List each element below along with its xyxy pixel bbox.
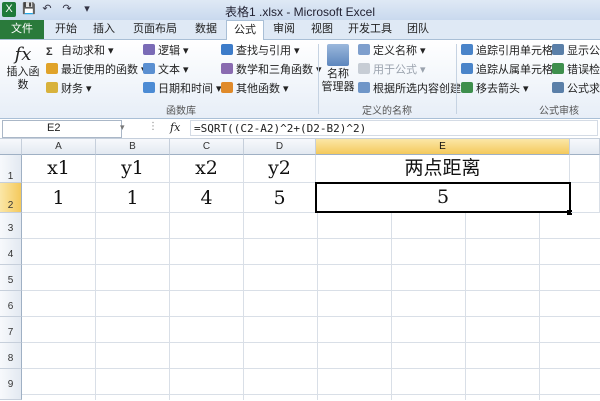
star-icon <box>46 63 58 74</box>
define-name-button[interactable]: 定义名称 ▾ <box>358 44 426 59</box>
cell-b2[interactable]: 1 <box>96 183 170 213</box>
error-check-icon <box>552 63 564 74</box>
row-header-4[interactable]: 4 <box>0 239 22 265</box>
name-manager-label-2: 管理器 <box>321 81 355 93</box>
insert-function-label: 插入函数 <box>6 66 40 91</box>
ribbon: fx 插入函数 Σ 自动求和 ▾ 最近使用的函数 ▾ 财务 ▾ 逻辑 ▾ 文本 ▾… <box>0 40 600 119</box>
create-from-selection-icon <box>358 82 370 93</box>
autosum-button[interactable]: Σ 自动求和 ▾ <box>46 44 114 59</box>
name-manager-button[interactable]: 名称 管理器 <box>320 44 356 94</box>
error-check-button[interactable]: 错误检 <box>552 63 600 78</box>
coins-icon <box>46 82 58 93</box>
row-header-1[interactable]: 1 <box>0 155 22 183</box>
chevron-down-icon[interactable]: ▾ <box>120 122 125 133</box>
calendar-icon <box>143 82 155 93</box>
name-manager-label: 名称 <box>327 68 349 80</box>
more-functions-icon <box>221 82 233 93</box>
cell-d1[interactable]: y2 <box>244 155 316 183</box>
name-manager-icon <box>327 44 349 66</box>
column-header-f[interactable] <box>570 139 600 155</box>
row-header-3[interactable]: 3 <box>0 213 22 239</box>
cell-d2[interactable]: 5 <box>244 183 316 213</box>
formula-input[interactable]: =SQRT((C2-A2)^2+(D2-B2)^2) <box>190 120 598 136</box>
window-title: 表格1 .xlsx - Microsoft Excel <box>224 5 376 19</box>
formula-icon <box>358 63 370 74</box>
logical-icon <box>143 44 155 55</box>
row-header-8[interactable]: 8 <box>0 343 22 369</box>
row-header-2[interactable]: 2 <box>0 183 22 213</box>
fx-icon: fx <box>14 44 32 65</box>
tab-view[interactable]: 视图 <box>304 20 340 39</box>
recent-functions-button[interactable]: 最近使用的函数 ▾ <box>46 63 147 78</box>
select-all-corner[interactable] <box>0 139 22 155</box>
ribbon-separator <box>318 44 319 114</box>
math-button[interactable]: 数学和三角函数 ▾ <box>221 63 322 78</box>
ribbon-tabs: 文件 开始 插入 页面布局 数据 公式 审阅 视图 开发工具 团队 <box>0 20 600 40</box>
row-header-7[interactable]: 7 <box>0 317 22 343</box>
group-label-names: 定义的名称 <box>362 106 412 117</box>
column-header-b[interactable]: B <box>96 139 170 155</box>
trace-dependents-button[interactable]: 追踪从属单元格 <box>461 63 553 78</box>
cell-c1[interactable]: x2 <box>170 155 244 183</box>
trace-precedents-button[interactable]: 追踪引用单元格 <box>461 44 553 59</box>
cell-a2[interactable]: 1 <box>22 183 96 213</box>
worksheet-grid: A B C D E 1 2 3 4 5 6 7 8 9 x1 y1 x2 y2 … <box>0 139 600 400</box>
tab-insert[interactable]: 插入 <box>86 20 122 39</box>
tab-data[interactable]: 数据 <box>188 20 224 39</box>
evaluate-formula-icon <box>552 82 564 93</box>
tab-team[interactable]: 团队 <box>400 20 436 39</box>
group-label-library: 函数库 <box>166 106 196 117</box>
financial-button[interactable]: 财务 ▾ <box>46 82 92 97</box>
cell-c2[interactable]: 4 <box>170 183 244 213</box>
ribbon-separator <box>456 44 457 114</box>
text-icon <box>143 63 155 74</box>
logical-button[interactable]: 逻辑 ▾ <box>143 44 189 59</box>
name-box[interactable]: E2 <box>2 120 122 138</box>
remove-arrows-button[interactable]: 移去箭头 ▾ <box>461 82 529 97</box>
insert-function-fx-icon[interactable]: fx <box>170 121 180 134</box>
cell-a1[interactable]: x1 <box>22 155 96 183</box>
column-header-c[interactable]: C <box>170 139 244 155</box>
row-header-9[interactable]: 9 <box>0 369 22 400</box>
row-header-6[interactable]: 6 <box>0 291 22 317</box>
cell-f1[interactable] <box>570 155 600 183</box>
trace-precedents-icon <box>461 44 473 55</box>
cell-e1[interactable]: 两点距离 <box>316 155 570 183</box>
tab-review[interactable]: 审阅 <box>266 20 302 39</box>
remove-arrows-icon <box>461 82 473 93</box>
expand-dots-icon: ⋮ <box>148 121 158 132</box>
group-label-audit: 公式审核 <box>539 106 579 117</box>
tab-formulas[interactable]: 公式 <box>226 20 264 40</box>
text-button[interactable]: 文本 ▾ <box>143 63 189 78</box>
datetime-button[interactable]: 日期和时间 ▾ <box>143 82 222 97</box>
cell-f2[interactable] <box>571 183 600 213</box>
trace-dependents-icon <box>461 63 473 74</box>
create-from-selection-button[interactable]: 根据所选内容创建 <box>358 82 461 97</box>
empty-cells-area[interactable] <box>22 213 600 400</box>
lookup-icon <box>221 44 233 55</box>
cell-e2[interactable]: 5 <box>315 182 571 213</box>
lookup-button[interactable]: 查找与引用 ▾ <box>221 44 300 59</box>
cell-b1[interactable]: y1 <box>96 155 170 183</box>
tab-developer[interactable]: 开发工具 <box>342 20 398 39</box>
show-formulas-button[interactable]: 显示公 <box>552 44 600 59</box>
tab-home[interactable]: 开始 <box>48 20 84 39</box>
column-header-a[interactable]: A <box>22 139 96 155</box>
tag-icon <box>358 44 370 55</box>
evaluate-formula-button[interactable]: 公式求 <box>552 82 600 97</box>
show-formulas-icon <box>552 44 564 55</box>
tab-page-layout[interactable]: 页面布局 <box>124 20 186 39</box>
tab-file[interactable]: 文件 <box>0 20 44 39</box>
use-in-formula-button[interactable]: 用于公式 ▾ <box>358 63 426 78</box>
row-header-5[interactable]: 5 <box>0 265 22 291</box>
sigma-icon: Σ <box>46 46 53 58</box>
column-header-e[interactable]: E <box>316 139 570 155</box>
column-header-d[interactable]: D <box>244 139 316 155</box>
more-functions-button[interactable]: 其他函数 ▾ <box>221 82 289 97</box>
formula-bar: E2 ▾ ⋮ fx =SQRT((C2-A2)^2+(D2-B2)^2) <box>0 119 600 139</box>
title-bar: X 💾 ↶ ↷ ▾ 表格1 .xlsx - Microsoft Excel <box>0 0 600 20</box>
name-box-value: E2 <box>47 122 61 134</box>
math-icon <box>221 63 233 74</box>
insert-function-button[interactable]: fx 插入函数 <box>2 44 44 92</box>
